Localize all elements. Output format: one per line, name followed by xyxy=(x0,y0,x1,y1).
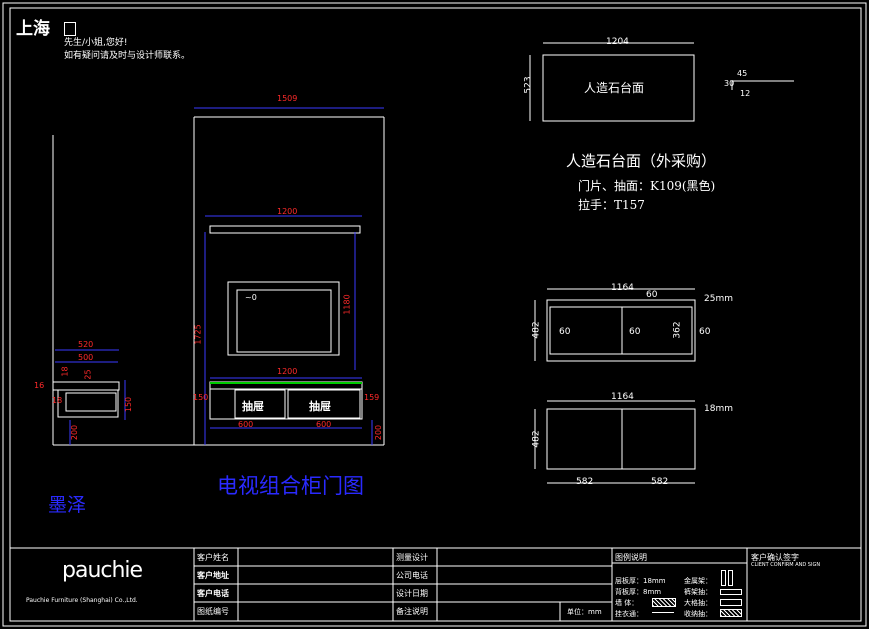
legend-item-1: 背板厚：8mm xyxy=(615,588,662,596)
side-dim-520: 520 xyxy=(78,340,94,349)
side-dim-150: 150 xyxy=(124,396,134,413)
unit-label: 单位：mm xyxy=(567,608,602,616)
side-dim-200: 200 xyxy=(70,424,80,441)
plan-top-width: 1164 xyxy=(611,283,634,293)
company-phone-label: 公司电话 xyxy=(396,571,428,580)
plan-bottom-width: 1164 xyxy=(611,392,634,402)
base-width-dim: 1200 xyxy=(277,367,298,376)
signature: 墨泽 xyxy=(48,494,87,516)
contact-note: 如有疑问请及时与设计师联系。 xyxy=(64,51,191,61)
spec-line2: 拉手：T157 xyxy=(578,198,645,212)
storage-drawer-icon xyxy=(720,609,742,617)
wall-hatch-icon xyxy=(652,598,676,607)
detail-dim-45: 45 xyxy=(737,69,748,78)
pants-drawer-icon xyxy=(720,589,742,595)
elevation-drawing xyxy=(52,116,385,446)
side-dim-25: 25 xyxy=(83,369,93,380)
company-name: Pauchie Furniture (Shanghai) Co.,Ltd. xyxy=(26,597,138,604)
city-label: 上海 xyxy=(16,19,50,39)
legend-item-0: 层板厚：18mm xyxy=(615,577,666,585)
greeting-text: 先生/小姐,您好! xyxy=(64,38,128,48)
side-dim-18: 18 xyxy=(60,366,70,377)
plan-top-dim-60-c: 60 xyxy=(699,327,711,337)
plan-top-view xyxy=(534,288,696,362)
drawer-label-left: 抽屉 xyxy=(242,400,264,413)
dim-159: 159 xyxy=(364,393,380,402)
elevation-dim-200: 200 xyxy=(374,424,384,441)
drawing-number-label: 图纸编号 xyxy=(197,607,229,616)
checkbox-icon xyxy=(64,22,76,36)
plan-top-dim-60: 60 xyxy=(646,290,658,300)
plan-top-height: 482 xyxy=(531,321,542,339)
countertop-label: 人造石台面 xyxy=(584,81,645,95)
legend2-item-1: 裤架抽： xyxy=(684,588,712,596)
plan-bottom-view xyxy=(534,400,696,484)
inner-frame xyxy=(9,7,862,622)
overall-width-dim: 1509 xyxy=(277,94,298,103)
detail-dim-30: 30 xyxy=(724,79,735,88)
client-confirm-en: CLIENT CONFIRM AND SIGN xyxy=(751,562,821,568)
plan-bottom-height: 482 xyxy=(531,430,542,448)
client-phone-label: 客户电话 xyxy=(197,589,229,598)
drawer-width-left: 600 xyxy=(238,420,254,429)
dim-150: 150 xyxy=(193,393,209,402)
drawing-canvas xyxy=(2,2,867,627)
height-1180-dim: 1180 xyxy=(342,294,352,315)
plan-bottom-left: 582 xyxy=(576,477,594,487)
legend-item-2: 墙 体： xyxy=(615,599,639,607)
drawer-width-right: 600 xyxy=(316,420,332,429)
plan-top-inner-h: 362 xyxy=(672,321,683,339)
detail-dim-12: 12 xyxy=(740,89,751,98)
countertop-view xyxy=(529,42,794,122)
spec-title: 人造石台面（外采购） xyxy=(566,152,717,170)
drawing-title: 电视组合柜门图 xyxy=(217,474,364,498)
plan-top-dim-60-b: 60 xyxy=(629,327,641,337)
design-date-label: 设计日期 xyxy=(396,589,428,598)
rod-line-icon xyxy=(652,612,674,613)
legend2-item-0: 金属架： xyxy=(684,577,712,585)
blue-dimension-lines xyxy=(55,107,384,445)
legend2-item-3: 收纳抽： xyxy=(684,610,712,618)
countertop-width-dim: 1204 xyxy=(606,37,629,47)
side-dim-16: 16 xyxy=(34,381,45,390)
countertop-height-dim: 523 xyxy=(523,76,534,94)
legend-title: 图例说明 xyxy=(615,553,647,562)
plan-bottom-right: 582 xyxy=(651,477,669,487)
client-name-label: 客户姓名 xyxy=(197,553,229,562)
client-address-label: 客户地址 xyxy=(197,571,229,580)
shelf-width-dim: 1200 xyxy=(277,207,298,216)
side-dim-18b: 18 xyxy=(52,396,63,405)
tv-mark: ~0 xyxy=(245,293,257,302)
height-1725-dim: 1725 xyxy=(193,324,203,345)
legend-item-3: 挂衣通： xyxy=(615,610,643,618)
spec-line1: 门片、抽面：K109(黑色) xyxy=(578,179,716,193)
large-drawer-icon xyxy=(720,599,742,606)
plan-top-thick: 25mm xyxy=(704,294,733,304)
plan-top-dim-60-a: 60 xyxy=(559,327,571,337)
metal-rack-icon-b xyxy=(728,570,733,586)
remarks-label: 备注说明 xyxy=(396,607,428,616)
brand-logo: pauchie xyxy=(62,558,143,583)
plan-bottom-thick: 18mm xyxy=(704,404,733,414)
drawer-label-right: 抽屉 xyxy=(309,400,331,413)
measure-design-label: 测量设计 xyxy=(396,553,428,562)
legend2-item-2: 大格抽： xyxy=(684,599,712,607)
side-dim-500: 500 xyxy=(78,353,94,362)
metal-rack-icon-a xyxy=(721,570,726,586)
outer-frame xyxy=(2,2,867,627)
